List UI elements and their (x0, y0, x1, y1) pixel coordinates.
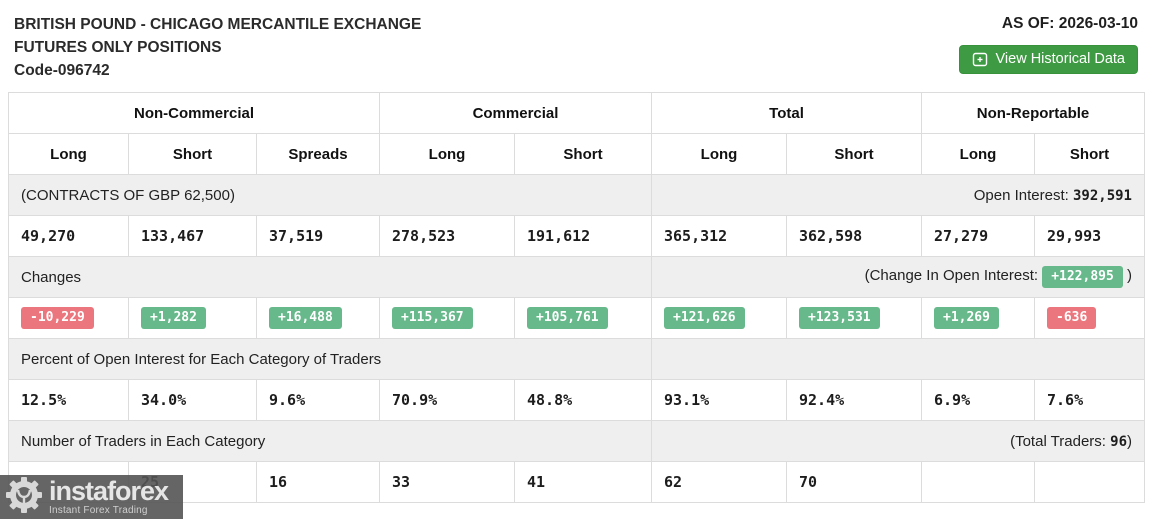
cot-table: Non-Commercial Commercial Total Non-Repo… (8, 92, 1145, 503)
group-header-row: Non-Commercial Commercial Total Non-Repo… (9, 93, 1145, 134)
total-traders-suffix: ) (1127, 433, 1132, 450)
group-non-reportable: Non-Reportable (922, 93, 1145, 134)
change-badge: +115,367 (392, 307, 473, 329)
col-nr-short: Short (1035, 134, 1145, 175)
contracts-row: (CONTRACTS OF GBP 62,500) Open Interest:… (9, 175, 1145, 216)
percent-value: 92.4% (787, 380, 922, 421)
group-total: Total (652, 93, 922, 134)
changes-row: -10,229 +1,282 +16,488 +115,367 +105,761… (9, 298, 1145, 339)
change-badge: -636 (1047, 307, 1096, 329)
change-badge: +16,488 (269, 307, 342, 329)
position-value: 27,279 (922, 216, 1035, 257)
percents-row: 12.5% 34.0% 9.6% 70.9% 48.8% 93.1% 92.4%… (9, 380, 1145, 421)
traders-value: 33 (380, 462, 515, 503)
percent-value: 9.6% (257, 380, 380, 421)
change-oi-badge: +122,895 (1042, 266, 1123, 288)
report-header: BRITISH POUND - CHICAGO MERCANTILE EXCHA… (0, 0, 1152, 92)
percent-label: Percent of Open Interest for Each Catego… (9, 339, 652, 380)
positions-row: 49,270 133,467 37,519 278,523 191,612 36… (9, 216, 1145, 257)
contracts-label: (CONTRACTS OF GBP 62,500) (9, 175, 652, 216)
position-value: 37,519 (257, 216, 380, 257)
col-nc-long: Long (9, 134, 129, 175)
percent-value: 6.9% (922, 380, 1035, 421)
percent-value: 70.9% (380, 380, 515, 421)
report-subtitle: FUTURES ONLY POSITIONS (14, 36, 421, 59)
position-value: 133,467 (129, 216, 257, 257)
position-value: 365,312 (652, 216, 787, 257)
traders-label: Number of Traders in Each Category (9, 421, 652, 462)
changes-label-row: Changes (Change In Open Interest: +122,8… (9, 257, 1145, 298)
position-value: 49,270 (9, 216, 129, 257)
position-value: 278,523 (380, 216, 515, 257)
percent-value: 7.6% (1035, 380, 1145, 421)
col-comm-long: Long (380, 134, 515, 175)
traders-value: 16 (257, 462, 380, 503)
watermark-tagline: Instant Forex Trading (49, 506, 168, 516)
col-nc-spreads: Spreads (257, 134, 380, 175)
traders-label-row: Number of Traders in Each Category (Tota… (9, 421, 1145, 462)
position-value: 191,612 (515, 216, 652, 257)
change-open-interest-cell: (Change In Open Interest: +122,895 ) (652, 257, 1145, 298)
change-badge: +1,282 (141, 307, 206, 329)
as-of-date: AS OF: 2026-03-10 (959, 15, 1138, 33)
view-historical-data-button[interactable]: View Historical Data (959, 45, 1138, 74)
view-historical-data-label: View Historical Data (996, 51, 1125, 67)
percent-label-spacer (652, 339, 1145, 380)
instaforex-watermark: instaforex Instant Forex Trading (0, 475, 183, 519)
percent-label-row: Percent of Open Interest for Each Catego… (9, 339, 1145, 380)
cot-report-page: BRITISH POUND - CHICAGO MERCANTILE EXCHA… (0, 0, 1152, 519)
group-non-commercial: Non-Commercial (9, 93, 380, 134)
column-header-row: Long Short Spreads Long Short Long Short… (9, 134, 1145, 175)
traders-value (922, 462, 1035, 503)
traders-value: 70 (787, 462, 922, 503)
col-total-short: Short (787, 134, 922, 175)
position-value: 29,993 (1035, 216, 1145, 257)
open-interest-label: Open Interest: (974, 187, 1069, 204)
percent-value: 93.1% (652, 380, 787, 421)
total-traders-value: 96 (1110, 434, 1127, 450)
traders-value: 41 (515, 462, 652, 503)
traders-value: 62 (652, 462, 787, 503)
watermark-brand: instaforex (49, 478, 168, 505)
group-commercial: Commercial (380, 93, 652, 134)
percent-value: 48.8% (515, 380, 652, 421)
change-badge: -10,229 (21, 307, 94, 329)
watermark-text: instaforex Instant Forex Trading (49, 478, 168, 516)
report-title: BRITISH POUND - CHICAGO MERCANTILE EXCHA… (14, 13, 421, 36)
changes-label: Changes (9, 257, 652, 298)
change-oi-suffix: ) (1127, 267, 1132, 284)
col-nr-long: Long (922, 134, 1035, 175)
change-badge: +121,626 (664, 307, 745, 329)
open-interest-cell: Open Interest: 392,591 (652, 175, 1145, 216)
col-total-long: Long (652, 134, 787, 175)
total-traders-prefix: (Total Traders: (1010, 433, 1106, 450)
instaforex-logo-icon (5, 476, 43, 519)
calendar-plus-icon (972, 51, 988, 67)
percent-value: 34.0% (129, 380, 257, 421)
header-right: AS OF: 2026-03-10 View Historical Data (959, 13, 1142, 74)
change-badge: +1,269 (934, 307, 999, 329)
change-oi-prefix: (Change In Open Interest: (865, 267, 1038, 284)
change-badge: +123,531 (799, 307, 880, 329)
report-titles: BRITISH POUND - CHICAGO MERCANTILE EXCHA… (14, 13, 421, 82)
report-code: Code-096742 (14, 59, 421, 82)
traders-value (1035, 462, 1145, 503)
total-traders-cell: (Total Traders: 96) (652, 421, 1145, 462)
percent-value: 12.5% (9, 380, 129, 421)
open-interest-value: 392,591 (1073, 188, 1132, 204)
change-badge: +105,761 (527, 307, 608, 329)
position-value: 362,598 (787, 216, 922, 257)
col-nc-short: Short (129, 134, 257, 175)
col-comm-short: Short (515, 134, 652, 175)
